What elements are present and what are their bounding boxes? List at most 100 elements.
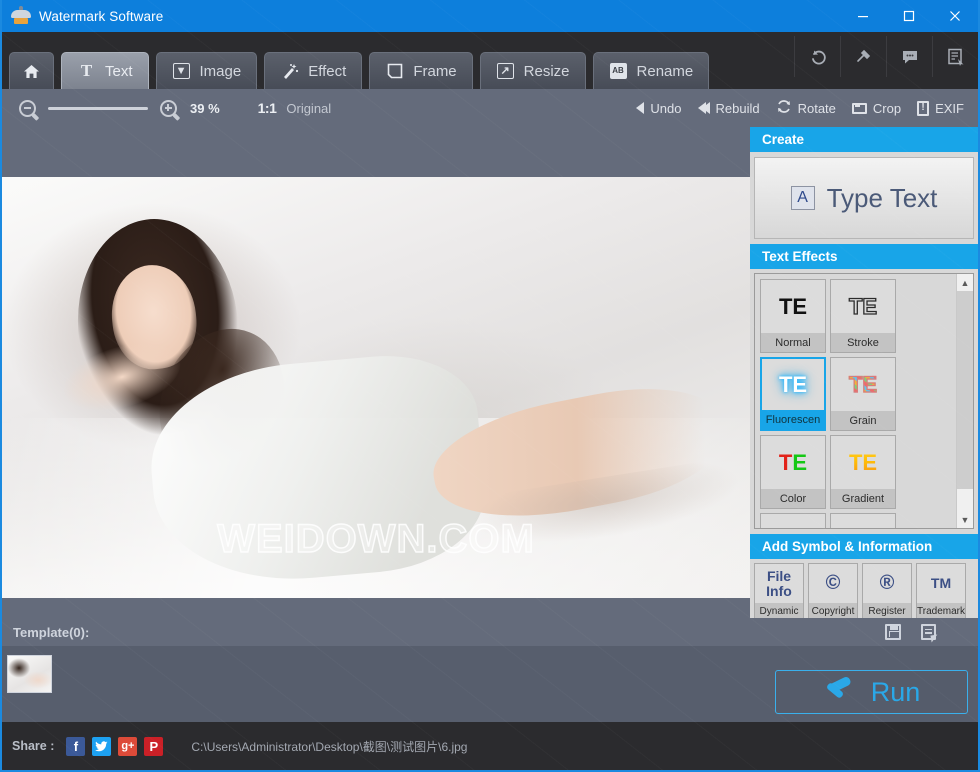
chevron-up-icon[interactable]: ▲ — [957, 274, 973, 291]
effect-tile-hollow[interactable]: TE Hollow — [760, 513, 826, 528]
run-label: Run — [870, 676, 921, 707]
copyright-icon: © — [825, 572, 841, 594]
symbol-tile-dynamic[interactable]: File Info Dynamic — [754, 563, 804, 621]
template-actions — [885, 624, 939, 643]
effect-label: Grain — [831, 411, 895, 430]
maximize-icon — [903, 10, 915, 22]
effect-label: Fluorescen — [762, 410, 824, 429]
home-icon — [22, 62, 41, 81]
window-title: Watermark Software — [39, 8, 164, 24]
type-text-label: Type Text — [826, 182, 938, 213]
title-bar: Watermark Software — [2, 0, 978, 32]
effect-tile-gradient[interactable]: TE Gradient — [830, 435, 896, 509]
tab-effect-label: Effect — [308, 62, 347, 80]
ab-icon: AB — [609, 62, 628, 81]
effect-preview: TE — [831, 358, 895, 411]
symbol-tile-trademark[interactable]: TM Trademark — [916, 563, 966, 621]
facebook-icon[interactable]: f — [66, 736, 86, 756]
image-watermark-text: WEIDOWN.COM — [216, 516, 535, 562]
hammer-icon[interactable] — [840, 36, 886, 77]
crop-action[interactable]: Crop — [851, 100, 902, 116]
create-section-header: Create — [750, 127, 978, 152]
google-plus-icon[interactable]: g+ — [118, 736, 138, 756]
effect-tile-normal[interactable]: TE Normal — [760, 279, 826, 353]
effect-tile-grain[interactable]: TE Grain — [830, 357, 896, 431]
maximize-button[interactable] — [886, 0, 932, 32]
twitter-icon[interactable] — [92, 736, 112, 756]
trademark-icon: TM — [930, 575, 952, 592]
effect-preview: TE — [831, 514, 895, 528]
effect-preview: TE — [831, 436, 895, 489]
rotate-action[interactable]: Rotate — [776, 99, 836, 117]
text-effects-list[interactable]: TE Normal TE Stroke TE Fluorescen TE Gra… — [754, 273, 974, 529]
application-window: Watermark Software T Text ▼ Image Effect… — [0, 0, 980, 772]
zoom-in-icon[interactable] — [160, 99, 177, 117]
app-icon — [11, 6, 31, 26]
close-icon — [950, 11, 960, 21]
template-thumbnail-1[interactable] — [7, 655, 52, 693]
save-as-icon[interactable] — [921, 624, 939, 643]
tab-rename[interactable]: AB Rename — [592, 52, 710, 89]
effect-tile-fluorescent[interactable]: TE Fluorescen — [760, 357, 826, 431]
tab-resize[interactable]: ↗ Resize — [479, 52, 586, 89]
minimize-icon — [858, 16, 868, 18]
tab-home[interactable] — [9, 52, 54, 89]
exif-action[interactable]: ! EXIF — [917, 100, 964, 116]
symbol-tile-copyright[interactable]: © Copyright — [808, 563, 858, 621]
chevron-down-icon[interactable]: ▼ — [957, 511, 973, 528]
save-icon[interactable] — [885, 624, 901, 640]
social-buttons: f g+ P — [66, 736, 164, 756]
tab-frame-label: Frame — [413, 62, 457, 80]
effect-tile-chalk[interactable]: TE Chalk — [830, 513, 896, 528]
effect-label: Color — [761, 489, 825, 508]
window-controls — [840, 0, 978, 32]
template-header: Template(0): — [2, 618, 978, 646]
chat-bubble-icon[interactable] — [886, 36, 932, 77]
pinterest-icon[interactable]: P — [144, 736, 164, 756]
close-button[interactable] — [932, 0, 978, 32]
rebuild-action[interactable]: Rebuild — [697, 100, 760, 116]
tab-text[interactable]: T Text — [61, 52, 149, 89]
original-label[interactable]: Original — [286, 101, 331, 116]
preview-image[interactable]: WEIDOWN.COM — [2, 177, 750, 598]
tab-image[interactable]: ▼ Image — [155, 52, 258, 89]
frame-icon — [385, 62, 404, 81]
effect-preview: TE — [761, 514, 825, 528]
rebuild-label: Rebuild — [715, 100, 760, 116]
crop-label: Crop — [872, 100, 902, 116]
effect-label: Gradient — [831, 489, 895, 508]
tab-frame[interactable]: Frame — [369, 52, 473, 89]
text-effects-grid: TE Normal TE Stroke TE Fluorescen TE Gra… — [755, 274, 970, 528]
effect-label: Normal — [761, 333, 825, 352]
resize-icon: ↗ — [496, 62, 515, 81]
zoom-slider[interactable] — [48, 106, 148, 110]
tab-effect[interactable]: Effect — [264, 52, 363, 89]
run-button[interactable]: Run — [775, 670, 968, 714]
status-bar: Share : f g+ P C:\Users\Administrator\De… — [2, 722, 978, 770]
one-to-one-button[interactable]: 1:1 — [258, 100, 277, 116]
tab-text-label: Text — [105, 62, 133, 80]
scrollbar-thumb[interactable] — [957, 291, 973, 489]
stamp-icon — [823, 675, 857, 705]
undo-arrow-icon[interactable] — [794, 36, 840, 77]
registered-icon: ® — [879, 572, 895, 594]
symbol-tile-register[interactable]: ® Register — [862, 563, 912, 621]
exif-label: EXIF — [935, 100, 964, 116]
effect-tile-stroke[interactable]: TE Stroke — [830, 279, 896, 353]
text-effects-scrollbar[interactable]: ▲ ▼ — [956, 274, 973, 528]
rotate-label: Rotate — [797, 100, 836, 116]
type-text-a-icon: A — [790, 186, 815, 210]
type-text-button[interactable]: A Type Text — [754, 157, 974, 239]
action-bar: 39 % 1:1 Original Undo Rebuild Rotate Cr… — [2, 89, 978, 127]
undo-action[interactable]: Undo — [636, 101, 682, 116]
effect-tile-color[interactable]: TE Color — [760, 435, 826, 509]
minimize-button[interactable] — [840, 0, 886, 32]
image-canvas[interactable]: WEIDOWN.COM — [2, 127, 750, 646]
document-cursor-icon[interactable] — [932, 36, 978, 77]
tab-rename-label: Rename — [636, 62, 694, 80]
text-t-icon: T — [80, 61, 93, 80]
zoom-out-icon[interactable] — [19, 99, 36, 117]
wand-icon — [280, 62, 299, 81]
image-actions: Undo Rebuild Rotate Crop ! EXIF — [636, 99, 964, 117]
zoom-percent-label: 39 % — [190, 100, 220, 116]
